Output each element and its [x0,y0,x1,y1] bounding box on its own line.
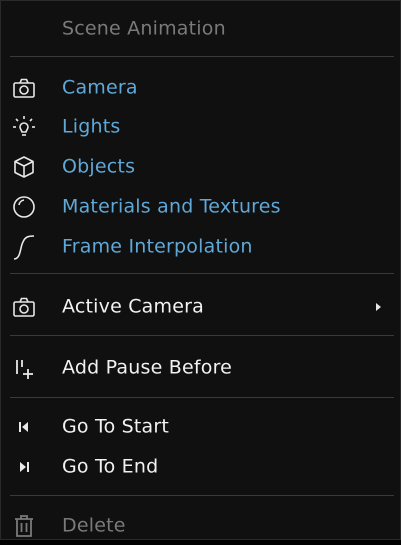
menu-item-label: Add Pause Before [62,356,233,379]
menu-item-label: Camera [62,76,138,99]
menu-item-label: Active Camera [62,295,204,318]
menu-item-active-camera[interactable]: Active Camera [1,288,400,326]
light-bulb-icon [11,114,37,140]
menu-item-label: Go To Start [62,415,170,438]
menu-item-go-to-end[interactable]: Go To End [1,448,400,486]
menu-item-delete[interactable]: Delete [1,507,400,545]
menu-item-camera[interactable]: Camera [1,69,400,107]
menu-separator [10,335,394,336]
menu-item-materials-and-textures[interactable]: Materials and Textures [1,188,400,226]
curve-icon [11,234,37,260]
cube-icon [11,154,37,180]
menu-item-lights[interactable]: Lights [1,108,400,146]
menu-item-go-to-start[interactable]: Go To Start [1,408,400,446]
material-sphere-icon [11,194,37,220]
menu-header: Scene Animation [1,10,400,48]
menu-item-label: Frame Interpolation [62,235,253,258]
menu-item-label: Objects [62,155,136,178]
menu-item-label: Materials and Textures [62,195,281,218]
trash-icon [11,513,37,539]
menu-item-add-pause-before[interactable]: Add Pause Before [1,349,400,387]
submenu-arrow-icon [376,303,381,311]
menu-header-label: Scene Animation [62,17,226,40]
menu-separator [10,56,394,57]
menu-item-label: Go To End [62,455,159,478]
context-menu: Scene Animation Camera Lights Objects Ma… [0,0,401,540]
menu-item-label: Delete [62,514,126,537]
camera-icon [11,294,37,320]
menu-item-frame-interpolation[interactable]: Frame Interpolation [1,228,400,266]
menu-item-label: Lights [62,115,121,138]
menu-separator [10,397,394,398]
menu-item-objects[interactable]: Objects [1,148,400,186]
menu-separator [10,495,394,496]
skip-to-start-icon [11,414,37,440]
skip-to-end-icon [11,454,37,480]
menu-separator [10,273,394,274]
add-pause-icon [11,355,37,381]
camera-icon [11,75,37,101]
